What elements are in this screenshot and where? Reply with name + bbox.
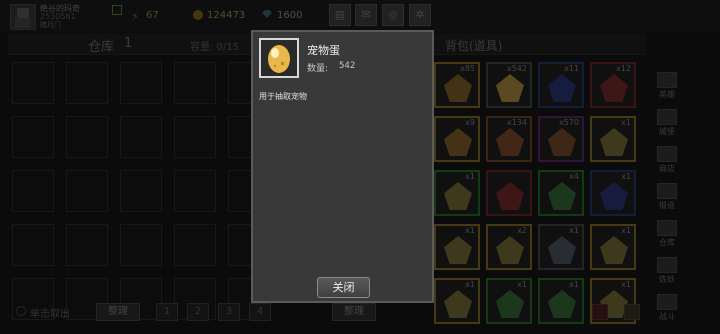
item-quantity-label: 数量:	[307, 64, 329, 74]
close-button[interactable]: 关闭	[317, 277, 370, 298]
item-name: 宠物蛋	[307, 44, 340, 57]
item-quantity: 542	[339, 61, 356, 71]
item-detail-popup: 宠物蛋 数量: 542 用于抽取宠物 关闭	[251, 30, 434, 303]
pet-egg-icon	[259, 38, 299, 78]
item-description: 用于抽取宠物	[259, 92, 307, 101]
